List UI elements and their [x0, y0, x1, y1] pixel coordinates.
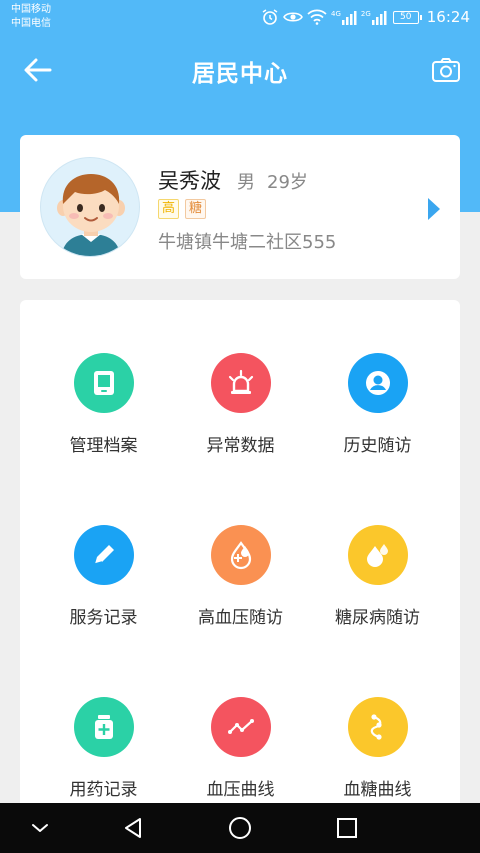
user-circle-icon	[347, 353, 408, 413]
blood-drop-icon	[210, 525, 271, 585]
carrier-2: 中国电信	[11, 18, 51, 29]
grid-label: 服务记录	[69, 608, 138, 628]
camera-button[interactable]	[430, 54, 462, 86]
grid-item-hypertension-followup[interactable]: 高血压随访	[167, 525, 314, 645]
grid-label: 血糖曲线	[343, 780, 412, 800]
alarm-light-icon	[210, 353, 271, 413]
status-icons: 4G 2G 50 16:24	[261, 6, 470, 28]
triangle-right-icon	[428, 198, 440, 220]
grid-item-blood-sugar-curve[interactable]: 血糖曲线	[304, 697, 451, 817]
camera-icon	[432, 58, 460, 82]
tag-hypertension: 高	[158, 199, 180, 219]
resident-age: 29岁	[267, 172, 308, 193]
status-time: 16:24	[426, 8, 470, 26]
nav-collapse-button[interactable]	[28, 816, 52, 840]
grid-label: 糖尿病随访	[335, 608, 420, 628]
grid-item-archive[interactable]: 管理档案	[30, 353, 177, 473]
grid-label: 历史随访	[343, 436, 412, 456]
nav-back-button[interactable]	[121, 816, 145, 840]
app-header: 居民中心	[0, 34, 480, 106]
grid-item-abnormal-data[interactable]: 异常数据	[167, 353, 314, 473]
system-nav-bar	[0, 803, 480, 853]
circle-home-icon	[229, 817, 251, 839]
grid-item-blood-pressure-curve[interactable]: 血压曲线	[167, 697, 314, 817]
page-title: 居民中心	[192, 61, 288, 87]
signal-2-icon: 2G	[361, 10, 387, 25]
boy-avatar-icon	[57, 174, 125, 256]
nav-home-button[interactable]	[228, 816, 252, 840]
grid-item-diabetes-followup[interactable]: 糖尿病随访	[304, 525, 451, 645]
wifi-icon	[307, 9, 327, 25]
curve-nodes-icon	[347, 697, 408, 757]
eye-icon	[283, 10, 303, 24]
grid-label: 血压曲线	[206, 780, 275, 800]
triangle-back-icon	[125, 818, 141, 838]
signal-1-label: 4G	[330, 9, 341, 18]
resident-gender: 男	[237, 172, 255, 193]
medicine-bottle-icon	[73, 697, 134, 757]
signal-2-label: 2G	[360, 9, 371, 18]
grid-label: 用药记录	[69, 780, 138, 800]
signal-1-icon: 4G	[331, 10, 357, 25]
nav-recents-button[interactable]	[335, 816, 359, 840]
battery-icon: 50	[392, 10, 422, 24]
carrier-info: 中国移动 中国电信	[11, 3, 51, 31]
status-bar: 中国移动 中国电信 4G 2G 50 16:24	[0, 0, 480, 34]
grid-item-history-followup[interactable]: 历史随访	[304, 353, 451, 473]
tag-diabetes: 糖	[185, 199, 207, 219]
resident-address: 牛塘镇牛塘二社区555	[158, 232, 337, 253]
resident-name: 吴秀波	[158, 169, 221, 193]
pencil-icon	[73, 525, 134, 585]
square-recents-icon	[337, 818, 357, 838]
grid-label: 高血压随访	[198, 608, 283, 628]
chevron-down-icon	[32, 824, 48, 832]
tablet-icon	[73, 353, 134, 413]
water-drops-icon	[347, 525, 408, 585]
function-grid: 管理档案 异常数据 历史随访 服务记录 高血压随访 糖尿病随访 用药记录 血压曲…	[20, 300, 460, 820]
resident-profile-card[interactable]: 吴秀波 男 29岁 高 糖 牛塘镇牛塘二社区555	[20, 135, 460, 279]
alarm-icon	[261, 8, 279, 26]
grid-item-medication-records[interactable]: 用药记录	[30, 697, 177, 817]
grid-label: 管理档案	[69, 436, 138, 456]
grid-item-service-records[interactable]: 服务记录	[30, 525, 177, 645]
grid-label: 异常数据	[206, 436, 275, 456]
profile-name-row: 吴秀波 男 29岁	[158, 165, 308, 195]
avatar	[40, 157, 140, 257]
condition-tags: 高 糖	[158, 199, 207, 219]
carrier-1: 中国移动	[11, 4, 51, 15]
line-chart-icon	[210, 697, 271, 757]
